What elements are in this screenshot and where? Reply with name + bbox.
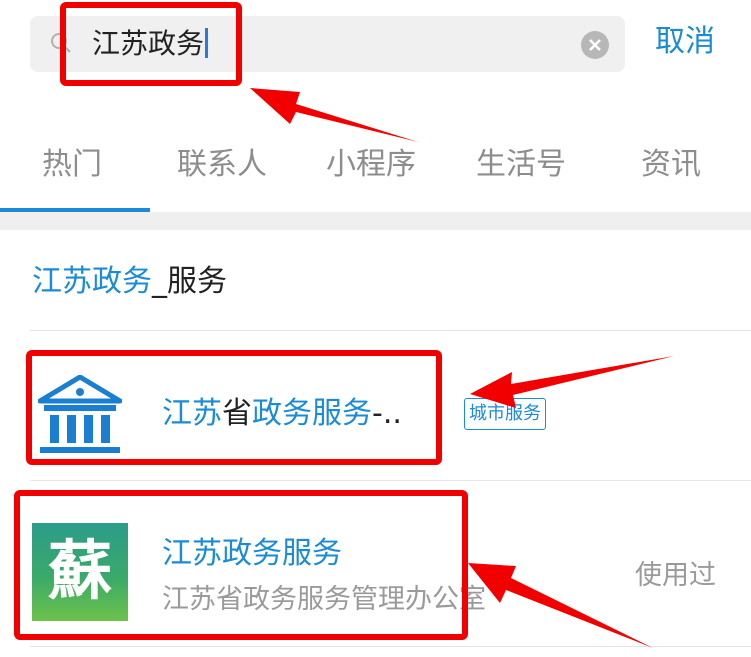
used-status-label: 使用过 <box>635 560 716 591</box>
clear-icon[interactable] <box>581 31 609 59</box>
annotation-box-result-1 <box>26 350 442 465</box>
tab-bar: 热门 联系人 小程序 生活号 资讯 <box>0 140 751 210</box>
suggestion-highlight: 江苏政务 <box>32 264 152 299</box>
tab-mini-programs[interactable]: 小程序 <box>326 140 416 190</box>
annotation-box-search <box>60 2 242 86</box>
city-service-badge: 城市服务 <box>464 398 546 430</box>
search-suggestion[interactable]: 江苏政务_服务 <box>32 260 227 304</box>
suggestion-rest: _服务 <box>152 264 227 299</box>
tab-life-accounts[interactable]: 生活号 <box>476 140 566 190</box>
section-separator <box>0 212 751 230</box>
tab-news[interactable]: 资讯 <box>641 140 701 190</box>
cancel-button[interactable]: 取消 <box>655 22 715 62</box>
annotation-arrow-result-2 <box>468 563 653 648</box>
divider <box>30 646 751 647</box>
annotation-box-result-2 <box>14 490 468 640</box>
divider <box>30 330 751 331</box>
tab-hot[interactable]: 热门 <box>42 140 102 190</box>
tab-contacts[interactable]: 联系人 <box>177 140 267 190</box>
divider <box>30 480 751 481</box>
